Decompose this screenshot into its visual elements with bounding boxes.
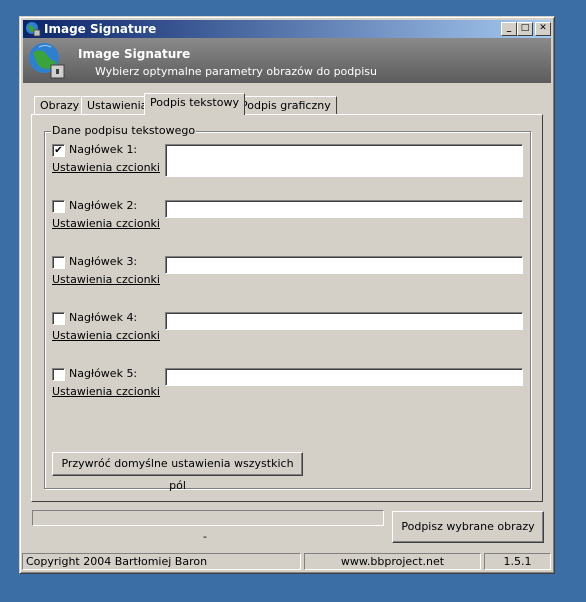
- group-legend: Dane podpisu tekstowego: [51, 124, 197, 137]
- header-banner: Image Signature Wybierz optymalne parame…: [23, 38, 551, 83]
- tab-podpis-tekstowy[interactable]: Podpis tekstowy: [144, 93, 245, 115]
- close-button[interactable]: ✕: [535, 22, 551, 36]
- header-row-2: Nagłówek 2: Ustawienia czcionki: [52, 199, 527, 250]
- globe-lock-icon: [26, 22, 41, 37]
- header-1-input[interactable]: [165, 144, 523, 177]
- header-row-1: ✔ Nagłówek 1: Ustawienia czcionki: [52, 143, 527, 194]
- globe-lock-icon: [29, 43, 65, 79]
- title-bar[interactable]: Image Signature _ □ ✕: [23, 20, 551, 38]
- status-copyright: Copyright 2004 Bartłomiej Baron: [22, 553, 301, 570]
- header-4-font-settings-link[interactable]: Ustawienia czcionki: [52, 329, 160, 342]
- sign-images-button[interactable]: Podpisz wybrane obrazy: [392, 511, 544, 543]
- header-5-label: Nagłówek 5:: [69, 367, 138, 380]
- header-4-input[interactable]: [165, 312, 523, 330]
- header-5-font-settings-link[interactable]: Ustawienia czcionki: [52, 385, 160, 398]
- maximize-button[interactable]: □: [517, 22, 533, 36]
- progress-bar: [32, 510, 384, 526]
- header-5-input[interactable]: [165, 368, 523, 386]
- header-5-checkbox[interactable]: [52, 368, 65, 381]
- header-3-label: Nagłówek 3:: [69, 255, 138, 268]
- status-website: www.bbproject.net: [304, 553, 481, 570]
- header-row-3: Nagłówek 3: Ustawienia czcionki: [52, 255, 527, 306]
- header-3-font-settings-link[interactable]: Ustawienia czcionki: [52, 273, 160, 286]
- window-title: Image Signature: [44, 22, 157, 36]
- header-3-checkbox[interactable]: [52, 256, 65, 269]
- header-2-input[interactable]: [165, 200, 523, 218]
- tab-panel: Dane podpisu tekstowego ✔ Nagłówek 1: Us…: [31, 114, 543, 502]
- header-4-checkbox[interactable]: [52, 312, 65, 325]
- header-2-checkbox[interactable]: [52, 200, 65, 213]
- progress-status-text: -: [203, 530, 207, 543]
- header-3-input[interactable]: [165, 256, 523, 274]
- checkmark-icon: ✔: [54, 145, 63, 156]
- header-2-label: Nagłówek 2:: [69, 199, 138, 212]
- header-row-5: Nagłówek 5: Ustawienia czcionki: [52, 367, 527, 418]
- banner-subtitle: Wybierz optymalne parametry obrazów do p…: [95, 65, 378, 78]
- app-window: Image Signature _ □ ✕ Image Signature Wy…: [19, 16, 555, 574]
- tab-ustawienia[interactable]: Ustawienia: [81, 96, 154, 114]
- tab-podpis-graficzny[interactable]: Podpis graficzny: [235, 96, 337, 114]
- header-2-font-settings-link[interactable]: Ustawienia czcionki: [52, 217, 160, 230]
- banner-title: Image Signature: [78, 47, 191, 61]
- text-signature-group: Dane podpisu tekstowego ✔ Nagłówek 1: Us…: [44, 124, 531, 492]
- status-version: 1.5.1: [484, 553, 551, 570]
- minimize-button[interactable]: _: [501, 22, 517, 36]
- header-1-checkbox[interactable]: ✔: [52, 144, 65, 157]
- reset-defaults-button[interactable]: Przywróć domyślne ustawienia wszystkich …: [52, 452, 303, 492]
- header-row-4: Nagłówek 4: Ustawienia czcionki: [52, 311, 527, 362]
- header-4-label: Nagłówek 4:: [69, 311, 138, 324]
- header-1-font-settings-link[interactable]: Ustawienia czcionki: [52, 161, 160, 174]
- tab-obrazy[interactable]: Obrazy: [34, 96, 86, 114]
- header-1-label: Nagłówek 1:: [69, 143, 138, 156]
